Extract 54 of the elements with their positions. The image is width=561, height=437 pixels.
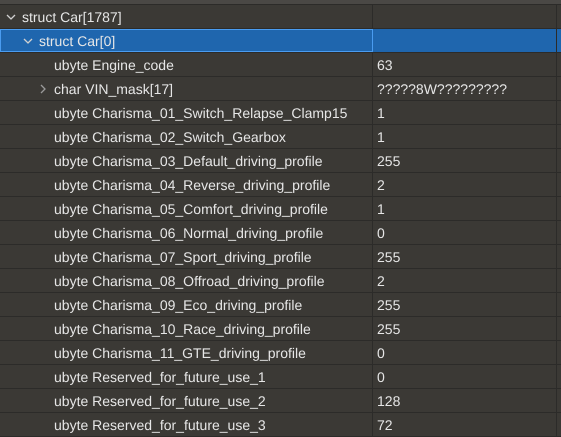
chevron-right-icon[interactable] [38, 84, 48, 94]
field-name: ubyte Charisma_03_Default_driving_profile [54, 152, 322, 168]
field-value: 0 [377, 344, 385, 360]
tree-row[interactable]: struct Car[0] [0, 29, 561, 53]
field-value: 0 [377, 368, 385, 384]
tree-row[interactable]: ubyte Charisma_08_Offroad_driving_profile 2 [0, 269, 561, 293]
field-name: ubyte Charisma_01_Switch_Relapse_Clamp15 [54, 104, 348, 120]
field-name: ubyte Charisma_10_Race_driving_profile [54, 320, 311, 336]
tree-row[interactable]: ubyte Charisma_07_Sport_driving_profile 255 [0, 245, 561, 269]
field-name: struct Car[0] [39, 32, 116, 48]
field-name: struct Car[1787] [22, 8, 122, 24]
tree-row[interactable]: ubyte Reserved_for_future_use_2 128 [0, 389, 561, 413]
tree-row[interactable]: ubyte Charisma_01_Switch_Relapse_Clamp15 1 [0, 101, 561, 125]
field-value: 2 [377, 176, 385, 192]
tree-row[interactable]: ubyte Charisma_05_Comfort_driving_profile 1 [0, 197, 561, 221]
field-name: ubyte Charisma_07_Sport_driving_profile [54, 248, 312, 264]
tree-row[interactable]: ubyte Reserved_for_future_use_1 0 [0, 365, 561, 389]
tree-row[interactable]: char VIN_mask[17] ?????8W????????? [0, 77, 561, 101]
field-name: ubyte Charisma_11_GTE_driving_profile [54, 344, 306, 360]
field-value: 255 [377, 320, 400, 336]
field-name: ubyte Reserved_for_future_use_1 [54, 368, 266, 384]
tree-row[interactable]: ubyte Charisma_10_Race_driving_profile 255 [0, 317, 561, 341]
field-name: ubyte Charisma_08_Offroad_driving_profile [54, 272, 325, 288]
field-value: 63 [377, 56, 393, 72]
tree-row[interactable]: ubyte Reserved_for_future_use_3 72 [0, 413, 561, 437]
chevron-down-icon[interactable] [6, 12, 16, 22]
field-value: 255 [377, 152, 400, 168]
field-name: ubyte Charisma_09_Eco_driving_profile [54, 296, 302, 312]
field-value: 1 [377, 128, 385, 144]
field-name: ubyte Charisma_04_Reverse_driving_profile [54, 176, 330, 192]
field-name: ubyte Reserved_for_future_use_3 [54, 416, 266, 432]
field-value: 1 [377, 104, 385, 120]
tree-row[interactable]: ubyte Charisma_06_Normal_driving_profile 0 [0, 221, 561, 245]
field-value: 2 [377, 272, 385, 288]
tree-row[interactable]: ubyte Charisma_11_GTE_driving_profile 0 [0, 341, 561, 365]
tree-row[interactable]: ubyte Charisma_04_Reverse_driving_profile 2 [0, 173, 561, 197]
tree-row[interactable]: ubyte Engine_code 63 [0, 53, 561, 77]
field-name: ubyte Charisma_02_Switch_Gearbox [54, 128, 286, 144]
field-name: ubyte Charisma_06_Normal_driving_profile [54, 224, 324, 240]
field-value: 0 [377, 224, 385, 240]
chevron-down-icon[interactable] [23, 36, 33, 46]
tree-row[interactable]: ubyte Charisma_09_Eco_driving_profile 255 [0, 293, 561, 317]
field-value: 72 [377, 416, 393, 432]
field-name: ubyte Engine_code [54, 56, 174, 72]
field-value: ?????8W????????? [377, 80, 508, 96]
field-value: 255 [377, 248, 400, 264]
field-name: ubyte Reserved_for_future_use_2 [54, 392, 266, 408]
field-value: 128 [377, 392, 400, 408]
tree-row[interactable]: ubyte Charisma_03_Default_driving_profile 255 [0, 149, 561, 173]
field-name: char VIN_mask[17] [54, 80, 174, 96]
tree-row[interactable]: ubyte Charisma_02_Switch_Gearbox 1 [0, 125, 561, 149]
field-value: 1 [377, 200, 385, 216]
field-value: 255 [377, 296, 400, 312]
field-name: ubyte Charisma_05_Comfort_driving_profile [54, 200, 328, 216]
